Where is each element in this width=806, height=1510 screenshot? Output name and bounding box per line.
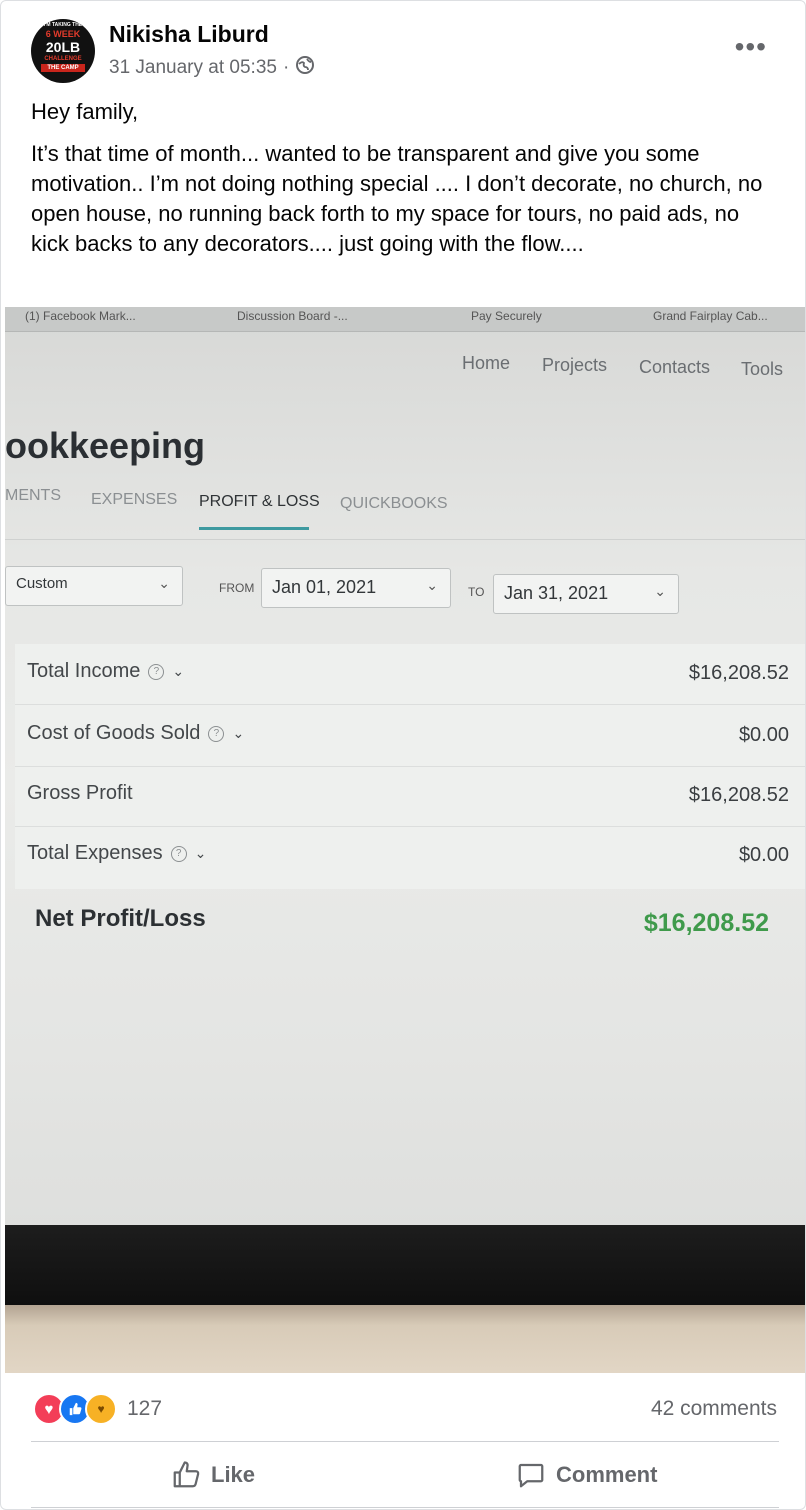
row-label-text: Cost of Goods Sold	[27, 722, 201, 744]
chevron-down-icon: ⌄	[654, 583, 666, 599]
info-icon: ?	[148, 663, 165, 680]
nav-tools: Tools	[741, 359, 784, 379]
laptop-bezel	[5, 1225, 805, 1305]
footer-bottom-divider	[31, 1507, 779, 1508]
info-icon: ?	[170, 845, 187, 862]
table-row: Gross Profit $16,208.52	[15, 766, 805, 827]
row-value: $16,208.52	[688, 784, 789, 806]
to-date-select: Jan 31, 2021 ⌄	[493, 574, 679, 614]
care-icon: ♥	[85, 1393, 117, 1425]
like-button[interactable]: Like	[171, 1457, 255, 1493]
nav-projects: Projects	[542, 355, 608, 375]
like-label: Like	[211, 1462, 256, 1487]
row-value: $0.00	[738, 724, 789, 746]
avatar-text-line: CHALLENGE	[44, 56, 82, 62]
row-label: Gross Profit	[27, 782, 133, 805]
reactions-summary[interactable]: ♥ ♥ 127	[33, 1393, 162, 1425]
nav-home: Home	[462, 353, 511, 373]
from-date-value: Jan 01, 2021	[272, 577, 377, 597]
avatar-text-line: THE CAMP	[41, 64, 85, 72]
browser-bookmarks-bar: (1) Facebook Mark... Discussion Board -.…	[5, 307, 805, 332]
more-options-icon[interactable]: •••	[735, 31, 767, 63]
chevron-down-icon: ⌄	[172, 663, 185, 679]
active-tab-indicator	[199, 527, 309, 530]
info-icon: ?	[208, 725, 225, 742]
post-card: I'M TAKING THE 6 WEEK 20LB CHALLENGE THE…	[0, 0, 806, 1510]
post-meta: 31 January at 05:35 ·	[109, 55, 315, 81]
footer-divider	[31, 1441, 779, 1442]
post-text: Hey family, It’s that time of month... w…	[31, 97, 776, 271]
tab-expenses: EXPENSES	[91, 491, 178, 508]
bookmark-item: (1) Facebook Mark...	[25, 309, 136, 323]
avatar-text-line: I'M TAKING THE	[43, 22, 83, 28]
reaction-count[interactable]: 127	[127, 1397, 162, 1421]
page-title: ookkeeping	[5, 425, 206, 466]
nav-contacts: Contacts	[639, 357, 711, 377]
net-profit-value: $16,208.52	[643, 909, 769, 937]
period-select-value: Custom	[16, 575, 68, 592]
chevron-down-icon: ⌄	[426, 577, 438, 593]
bookmark-item: Pay Securely	[471, 309, 542, 323]
table-row: Total Expenses? ⌄ $0.00	[15, 826, 805, 886]
chevron-down-icon: ⌄	[194, 845, 207, 861]
row-label-text: Total Expenses	[27, 842, 163, 864]
profit-loss-table: Total Income? ⌄ $16,208.52 Cost of Goods …	[15, 644, 805, 889]
row-label-text: Gross Profit	[27, 782, 133, 804]
row-label: Cost of Goods Sold? ⌄	[27, 722, 244, 745]
like-icon	[173, 1461, 200, 1488]
tab-payments: MENTS	[5, 487, 61, 504]
globe-icon[interactable]	[295, 55, 315, 81]
post-timestamp[interactable]: 31 January at 05:35	[109, 57, 277, 79]
desk-surface	[5, 1305, 805, 1373]
row-value: $16,208.52	[688, 662, 789, 684]
bookmark-item: Discussion Board -...	[237, 309, 348, 323]
post-paragraph: Hey family,	[31, 99, 139, 124]
net-profit-label: Net Profit/Loss	[35, 905, 206, 932]
from-date-select: Jan 01, 2021 ⌄	[261, 568, 451, 608]
table-row: Cost of Goods Sold? ⌄ $0.00	[15, 706, 805, 767]
comment-label: Comment	[556, 1462, 658, 1487]
bookmark-item: Grand Fairplay Cab...	[653, 309, 768, 323]
tab-profit-loss: PROFIT & LOSS	[199, 493, 320, 510]
row-label-text: Total Income	[27, 660, 141, 682]
chevron-down-icon: ⌄	[158, 575, 170, 591]
author-avatar[interactable]: I'M TAKING THE 6 WEEK 20LB CHALLENGE THE…	[31, 19, 95, 83]
tab-quickbooks: QUICKBOOKS	[340, 495, 448, 512]
post-paragraph: It’s that time of month... wanted to be …	[31, 141, 763, 256]
from-label: FROM	[219, 581, 255, 595]
meta-separator: ·	[282, 57, 290, 78]
row-value: $0.00	[738, 844, 789, 866]
post-photo[interactable]: (1) Facebook Mark... Discussion Board -.…	[5, 307, 805, 1373]
tabs-divider	[5, 539, 805, 540]
comments-count[interactable]: 42 comments	[651, 1397, 777, 1421]
comment-icon	[518, 1463, 544, 1488]
to-date-value: Jan 31, 2021	[504, 583, 609, 603]
author-name[interactable]: Nikisha Liburd	[109, 21, 269, 48]
avatar-text-line: 6 WEEK	[45, 29, 81, 39]
row-label: Total Expenses? ⌄	[27, 842, 206, 865]
comment-button[interactable]: Comment	[516, 1457, 657, 1493]
row-label: Total Income? ⌄	[27, 660, 184, 683]
chevron-down-icon: ⌄	[232, 725, 245, 741]
table-row: Total Income? ⌄ $16,208.52	[15, 644, 805, 705]
to-label: TO	[468, 585, 485, 599]
period-select: Custom ⌄	[5, 566, 183, 606]
avatar-text-line: 20LB	[45, 39, 81, 55]
